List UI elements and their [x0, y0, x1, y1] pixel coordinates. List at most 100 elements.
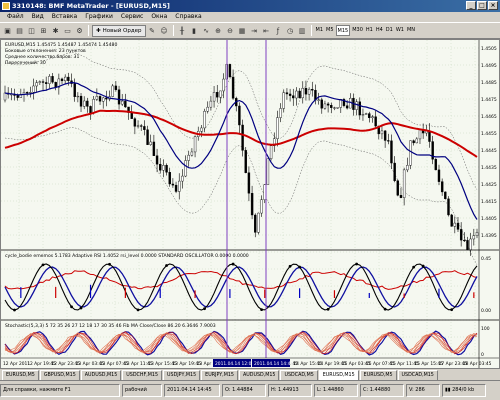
new-chart-icon[interactable]: ▣: [2, 25, 13, 36]
bar-chart-icon[interactable]: ╫: [177, 25, 188, 36]
candle-body: [231, 76, 235, 99]
timeframe-w1[interactable]: W1: [395, 25, 405, 36]
navigator-icon[interactable]: ✱: [50, 25, 61, 36]
maximize-button[interactable]: □: [477, 1, 487, 10]
profiles-icon[interactable]: ▤: [14, 25, 25, 36]
timeframe-m1[interactable]: M1: [315, 25, 325, 36]
chart-window[interactable]: EURUSD,M15 1.45475 1.45487 1.45474 1.454…: [0, 39, 500, 369]
candle-body: [152, 141, 156, 156]
status-close: C: 1.44880: [360, 384, 404, 397]
tile-windows-icon[interactable]: ▦: [237, 25, 248, 36]
terminal-window: 3310148: BMF MetaTrader - [EURUSD,M15] _…: [0, 0, 500, 400]
indicators-icon[interactable]: ƒ: [273, 25, 284, 36]
candle-body: [174, 184, 178, 192]
candle-body: [390, 140, 393, 164]
zoom-in-icon[interactable]: ⊕: [213, 25, 224, 36]
menu-tools[interactable]: Сервис: [117, 12, 147, 22]
timeframe-mn[interactable]: MN: [406, 25, 416, 36]
candle-body: [187, 154, 190, 161]
close-button[interactable]: ×: [488, 1, 498, 10]
meta-editor-icon[interactable]: ✎: [147, 25, 158, 36]
candle-body: [76, 95, 80, 98]
indicator-dot: [108, 262, 111, 266]
candle-body: [295, 90, 298, 99]
templates-icon[interactable]: ▥: [297, 25, 308, 36]
symbol-tab[interactable]: USDCAD,M15: [397, 369, 438, 380]
menu-file[interactable]: Файл: [3, 12, 28, 22]
tester-icon[interactable]: ⚙: [74, 25, 85, 36]
candle-body: [444, 191, 447, 200]
terminal-icon[interactable]: ▭: [62, 25, 73, 36]
menu-charts[interactable]: Графики: [81, 12, 117, 22]
symbol-tab[interactable]: EURJPY,M15: [201, 369, 238, 380]
autoscroll-icon[interactable]: ⇥: [249, 25, 260, 36]
symbol-tab[interactable]: EURUSD,M5: [2, 369, 39, 380]
candle-body: [241, 124, 244, 151]
data-window-icon[interactable]: ⊞: [38, 25, 49, 36]
candle-body: [330, 105, 333, 108]
timeframe-m15[interactable]: M15: [335, 25, 351, 36]
candle-body: [279, 108, 282, 118]
status-traffic: ▮▮ 284/0 kb: [442, 384, 486, 397]
symbol-tab[interactable]: USDJPY,M15: [163, 369, 201, 380]
menu-window[interactable]: Окна: [147, 12, 171, 22]
symbol-tab[interactable]: EURUSD,M5: [359, 369, 397, 380]
status-volume: V: 286: [406, 384, 440, 397]
candle-body: [336, 107, 339, 109]
candle-body: [206, 106, 209, 112]
candle-chart-icon[interactable]: ▮: [189, 25, 200, 36]
symbol-tab[interactable]: USDCAD,M5: [280, 369, 318, 380]
candle-body: [472, 235, 476, 240]
indicator2-tick: 0: [481, 352, 484, 358]
candle-body: [200, 127, 203, 132]
timeframe-m30[interactable]: M30: [351, 25, 364, 36]
minimize-button[interactable]: _: [466, 1, 476, 10]
symbol-tab[interactable]: AUDUSD,M15: [238, 369, 280, 380]
indicator2-tick: 100: [481, 326, 490, 332]
symbol-tab[interactable]: USDCHF,M15: [122, 369, 163, 380]
candle-body: [32, 85, 35, 93]
candle-body: [16, 95, 19, 98]
periods-icon[interactable]: ◷: [285, 25, 296, 36]
candle-body: [320, 99, 323, 109]
chart-shift-icon[interactable]: ⇤: [261, 25, 272, 36]
symbol-tab-active[interactable]: EURUSD,M15: [318, 369, 359, 380]
timeframe-h1[interactable]: H1: [365, 25, 374, 36]
menu-help[interactable]: Справка: [171, 12, 205, 22]
indicator-dot: [421, 264, 425, 268]
timeframe-m5[interactable]: M5: [325, 25, 335, 36]
chart-canvas[interactable]: EURUSD,M15 1.45475 1.45487 1.45474 1.454…: [1, 40, 499, 368]
candle-body: [238, 105, 241, 126]
candle-body: [86, 100, 89, 107]
timeframe-h4[interactable]: H4: [375, 25, 384, 36]
candle-body: [44, 82, 48, 84]
candle-body: [285, 92, 289, 95]
candle-body: [247, 172, 251, 194]
expert-advisors-icon[interactable]: ☺: [159, 25, 170, 36]
timeframe-d1[interactable]: D1: [385, 25, 394, 36]
status-help: Для справки, нажмите F1: [0, 384, 120, 397]
candle-body: [171, 183, 175, 186]
symbol-tab[interactable]: AUDUSD,M15: [80, 369, 122, 380]
candle-body: [162, 165, 165, 171]
zoom-out-icon[interactable]: ⊖: [225, 25, 236, 36]
status-open: O: 1.44884: [222, 384, 266, 397]
market-watch-icon[interactable]: ◫: [26, 25, 37, 36]
candle-body: [92, 99, 95, 114]
new-order-button[interactable]: ✚ Новый Ордер: [92, 24, 146, 37]
price-tick: 1.4435: [481, 165, 497, 171]
candle-body: [257, 212, 260, 233]
indicator-dot: [288, 264, 292, 268]
candle-body: [266, 158, 270, 185]
indicator-dot: [355, 262, 359, 266]
candle-body: [415, 138, 419, 144]
menu-insert[interactable]: Вставка: [48, 12, 81, 22]
price-tick: 1.4445: [481, 148, 497, 154]
symbol-tab[interactable]: GBPUSD,M15: [39, 369, 80, 380]
menu-view[interactable]: Вид: [28, 12, 48, 22]
candle-body: [165, 165, 168, 173]
candle-body: [466, 240, 469, 251]
candle-body: [463, 239, 466, 242]
line-chart-icon[interactable]: ∿: [201, 25, 212, 36]
candle-body: [181, 175, 184, 182]
